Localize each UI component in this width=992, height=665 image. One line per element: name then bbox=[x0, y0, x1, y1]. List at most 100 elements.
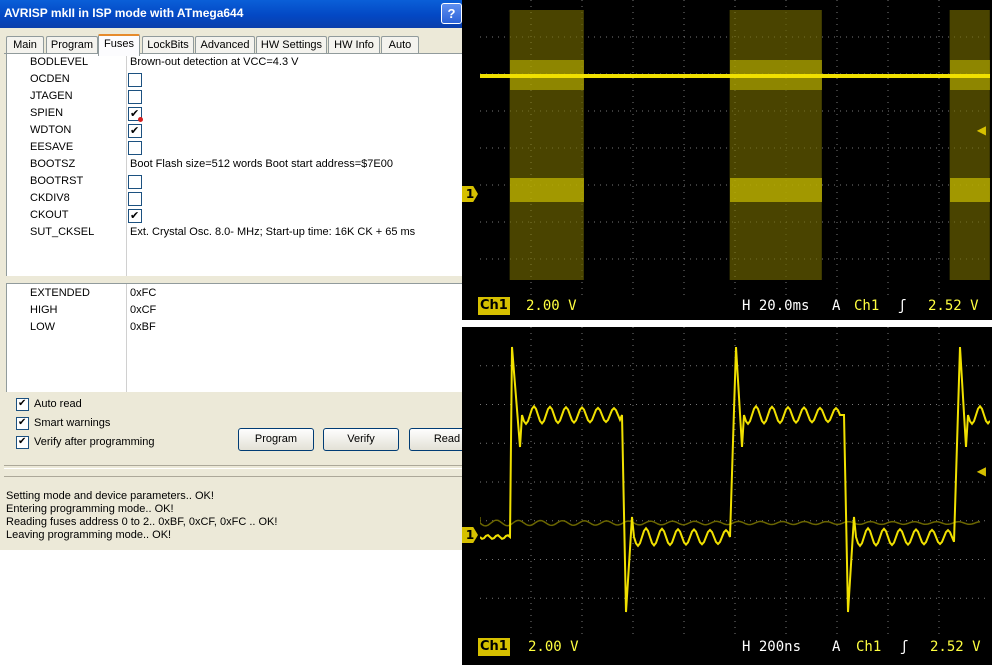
fuse-byte-extended[interactable]: EXTENDED 0xFC bbox=[7, 285, 466, 302]
tab-main[interactable]: Main bbox=[6, 36, 44, 54]
fuse-list: BODLEVEL Brown-out detection at VCC=4.3 … bbox=[6, 54, 466, 276]
trigger-level: 2.52 V bbox=[928, 298, 979, 314]
fuse-byte-value[interactable]: 0xFC bbox=[130, 285, 156, 302]
tab-hw-info[interactable]: HW Info bbox=[328, 36, 380, 54]
trigger-channel: Ch1 bbox=[854, 298, 880, 314]
fuse-byte-value[interactable]: 0xCF bbox=[130, 302, 156, 319]
burst-region bbox=[510, 10, 584, 280]
fuse-name: SPIEN bbox=[30, 107, 64, 119]
volts-div: 2.00 V bbox=[526, 298, 577, 314]
trigger-level-marker: ◀ bbox=[976, 464, 986, 478]
trigger-channel: Ch1 bbox=[856, 639, 882, 655]
fuse-checkbox-wdton[interactable] bbox=[128, 122, 142, 139]
help-button[interactable]: ? bbox=[441, 3, 462, 24]
fuse-row-bootrst: BOOTRST bbox=[7, 173, 466, 190]
fuse-checkbox-spien[interactable] bbox=[128, 105, 143, 122]
signal-trace bbox=[480, 346, 990, 613]
fuse-row-ocden: OCDEN bbox=[7, 71, 466, 88]
program-button[interactable]: Program bbox=[238, 428, 314, 451]
rising-edge-icon: ʃ bbox=[900, 639, 909, 655]
tab-fuses[interactable]: Fuses bbox=[98, 34, 140, 56]
ground-marker: 1 bbox=[462, 527, 478, 543]
volts-div: 2.00 V bbox=[528, 639, 579, 655]
tab-strip: Main Program Fuses LockBits Advanced HW … bbox=[4, 34, 464, 56]
trigger-level: 2.52 V bbox=[930, 639, 981, 655]
checkbox-box[interactable] bbox=[16, 434, 29, 450]
fuse-row-eesave: EESAVE bbox=[7, 139, 466, 156]
fuse-name: SUT_CKSEL bbox=[30, 226, 95, 238]
fuse-row-bodlevel[interactable]: BODLEVEL Brown-out detection at VCC=4.3 … bbox=[7, 54, 466, 71]
fuse-byte-name: HIGH bbox=[30, 304, 58, 316]
trigger-mode: A bbox=[832, 298, 841, 314]
tab-program[interactable]: Program bbox=[46, 36, 98, 54]
fuse-byte-name: LOW bbox=[30, 321, 56, 333]
fuse-row-jtagen: JTAGEN bbox=[7, 88, 466, 105]
scope-bottom: 1 ◀ Ch1 2.00 V H 200ns A Ch1 ʃ 2.52 V bbox=[462, 327, 992, 665]
fuse-name: BODLEVEL bbox=[30, 56, 89, 68]
status-log: Setting mode and device parameters.. OK!… bbox=[4, 476, 466, 543]
signal-bursts bbox=[509, 10, 990, 280]
channel-label: Ch1 bbox=[478, 638, 510, 656]
fuse-byte-high[interactable]: HIGH 0xCF bbox=[7, 302, 466, 319]
trigger-mode: A bbox=[832, 639, 841, 655]
auto-read-checkbox[interactable]: Auto read bbox=[16, 396, 216, 412]
window-title: AVRISP mkII in ISP mode with ATmega644 bbox=[4, 6, 244, 20]
timebase: H 200ns bbox=[742, 639, 802, 655]
checkbox-box[interactable] bbox=[16, 415, 29, 431]
fuse-byte-low[interactable]: LOW 0xBF bbox=[7, 319, 466, 336]
tab-lockbits[interactable]: LockBits bbox=[142, 36, 194, 54]
fuse-name: CKOUT bbox=[30, 209, 69, 221]
scope-bottom-display bbox=[480, 327, 990, 634]
checkbox-label: Verify after programming bbox=[34, 436, 155, 448]
fuse-row-bootsz[interactable]: BOOTSZ Boot Flash size=512 words Boot st… bbox=[7, 156, 466, 173]
fuse-select-value[interactable]: Ext. Crystal Osc. 8.0- MHz; Start-up tim… bbox=[130, 224, 415, 241]
fuse-byte-value[interactable]: 0xBF bbox=[130, 319, 156, 336]
log-line: Entering programming mode.. OK! bbox=[6, 503, 174, 515]
fuse-name: WDTON bbox=[30, 124, 72, 136]
ground-marker: 1 bbox=[462, 186, 478, 202]
checkbox-box[interactable] bbox=[16, 396, 29, 412]
log-line: Setting mode and device parameters.. OK! bbox=[6, 490, 214, 502]
timebase: H 20.0ms bbox=[742, 298, 810, 314]
read-button[interactable]: Read bbox=[409, 428, 466, 451]
separator bbox=[462, 320, 992, 327]
fuse-row-wdton: WDTON bbox=[7, 122, 466, 139]
scope-top-status: Ch1 2.00 V H 20.0ms A Ch1 ʃ 2.52 V bbox=[462, 296, 992, 316]
tab-advanced[interactable]: Advanced bbox=[195, 36, 255, 54]
verify-after-programming-checkbox[interactable]: Verify after programming bbox=[16, 434, 216, 450]
title-bar: AVRISP mkII in ISP mode with ATmega644 ? bbox=[0, 0, 466, 28]
fuse-name: BOOTSZ bbox=[30, 158, 76, 170]
fuse-name: BOOTRST bbox=[30, 175, 84, 187]
verify-button[interactable]: Verify bbox=[323, 428, 399, 451]
fuse-checkbox-ckout[interactable] bbox=[128, 207, 142, 224]
fuse-name: JTAGEN bbox=[30, 90, 73, 102]
fuse-byte-name: EXTENDED bbox=[30, 287, 90, 299]
log-line: Reading fuses address 0 to 2.. 0xBF, 0xC… bbox=[6, 516, 278, 528]
smart-warnings-checkbox[interactable]: Smart warnings bbox=[16, 415, 216, 431]
fuse-byte-list: EXTENDED 0xFC HIGH 0xCF LOW 0xBF bbox=[6, 283, 466, 392]
trigger-level-marker: ◀ bbox=[976, 123, 986, 137]
checkbox-label: Auto read bbox=[34, 398, 82, 410]
scope-bottom-status: Ch1 2.00 V H 200ns A Ch1 ʃ 2.52 V bbox=[462, 637, 992, 657]
fuse-checkbox-bootrst[interactable] bbox=[128, 175, 142, 189]
tab-hw-settings[interactable]: HW Settings bbox=[256, 36, 327, 54]
scope-top-display bbox=[480, 0, 990, 295]
fuse-row-spien: SPIEN bbox=[7, 105, 466, 122]
fuse-name: EESAVE bbox=[30, 141, 74, 153]
fuse-row-sut-cksel[interactable]: SUT_CKSEL Ext. Crystal Osc. 8.0- MHz; St… bbox=[7, 224, 466, 241]
log-line: Leaving programming mode.. OK! bbox=[6, 529, 172, 541]
scope-top: 1 ◀ Ch1 2.00 V H 20.0ms A Ch1 ʃ 2.52 V bbox=[462, 0, 992, 320]
channel-label: Ch1 bbox=[478, 297, 510, 315]
fuse-checkbox-jtagen[interactable] bbox=[128, 90, 142, 104]
divider bbox=[4, 465, 466, 469]
tab-auto[interactable]: Auto bbox=[381, 36, 419, 54]
fuse-select-value[interactable]: Brown-out detection at VCC=4.3 V bbox=[130, 54, 298, 71]
fuse-row-ckdiv8: CKDIV8 bbox=[7, 190, 466, 207]
fuse-row-ckout: CKOUT bbox=[7, 207, 466, 224]
rising-edge-icon: ʃ bbox=[898, 298, 907, 314]
fuse-name: CKDIV8 bbox=[30, 192, 70, 204]
fuse-checkbox-ocden[interactable] bbox=[128, 73, 142, 87]
fuse-checkbox-ckdiv8[interactable] bbox=[128, 192, 142, 206]
fuse-checkbox-eesave[interactable] bbox=[128, 141, 142, 155]
fuse-select-value[interactable]: Boot Flash size=512 words Boot start add… bbox=[130, 156, 393, 173]
